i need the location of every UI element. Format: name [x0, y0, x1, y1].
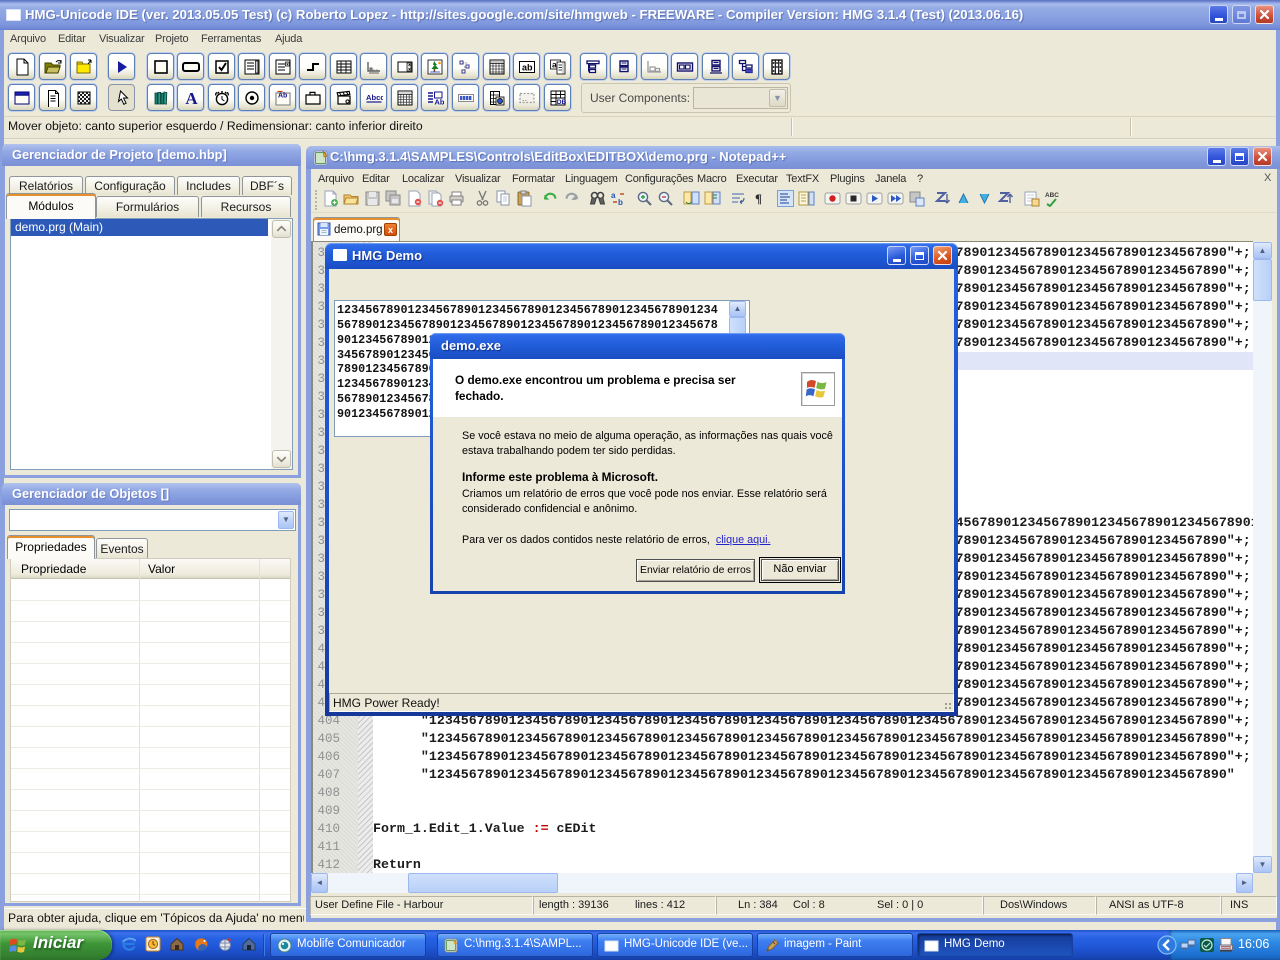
svg-text:Ab: Ab [434, 97, 444, 106]
svg-text:A: A [185, 89, 198, 107]
svg-text:ab: ab [522, 62, 533, 72]
svg-text:Abcd: Abcd [366, 93, 383, 102]
svg-text:ABC: ABC [1045, 192, 1059, 199]
svg-text:Ab: Ab [278, 92, 287, 99]
svg-text:b: b [618, 198, 623, 207]
svg-text:a: a [552, 59, 557, 69]
svg-text:a: a [611, 191, 616, 200]
svg-text:¶: ¶ [755, 191, 762, 206]
svg-text:DB: DB [556, 99, 566, 106]
